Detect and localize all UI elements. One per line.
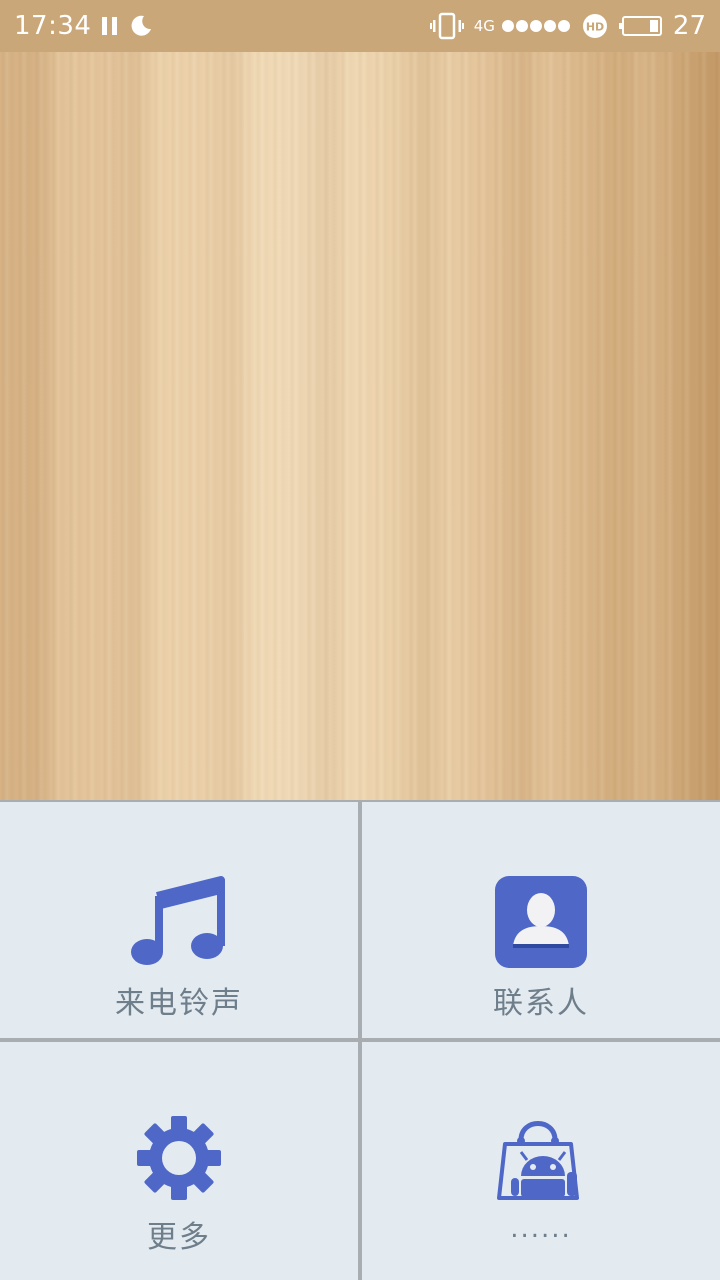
menu-grid: 来电铃声 联系人 更多 ...... [0,800,720,1280]
music-note-icon [129,872,229,972]
tile-more[interactable]: 更多 [0,1042,358,1280]
tile-contacts-label: 联系人 [493,986,589,1021]
moon-icon [129,14,153,38]
svg-text:HD: HD [586,21,604,34]
contact-icon [495,876,587,972]
network-type: 4G [473,17,495,35]
pause-icon [101,15,119,37]
tile-app-store-label: ...... [510,1214,572,1244]
gear-icon [135,1114,223,1206]
tile-ringtone[interactable]: 来电铃声 [0,802,358,1038]
wood-wallpaper [0,52,720,800]
tile-more-label: 更多 [147,1220,211,1255]
android-shopping-bag-icon [495,1110,587,1206]
battery-icon [618,15,663,37]
tile-contacts[interactable]: 联系人 [362,802,720,1038]
tile-app-store[interactable]: ...... [362,1042,720,1280]
hd-icon: HD [581,12,609,40]
tile-ringtone-label: 来电铃声 [115,986,243,1021]
status-time: 17:34 [14,11,92,41]
status-bar: 17:34 4G HD 27 [0,0,720,52]
battery-level: 27 [672,11,706,41]
signal-dots-icon [501,18,571,34]
vibrate-icon [429,12,464,40]
